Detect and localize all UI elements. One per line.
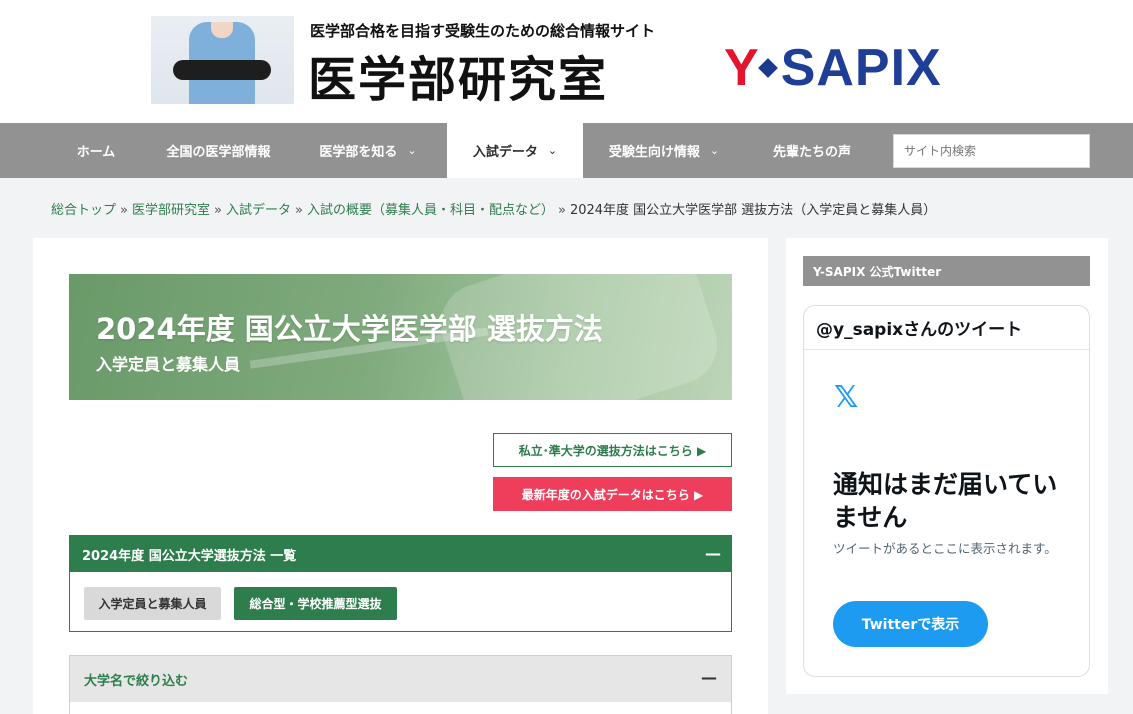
nav-label: 受験生向け情報 xyxy=(608,145,700,160)
sidebar: Y-SAPIX 公式Twitter @y_sapixさんのツイート 𝕏 通知はま… xyxy=(786,238,1108,694)
methods-accordion-header[interactable]: 2024年度 国公立大学選抜方法 一覧 — xyxy=(70,536,731,572)
accordion-title: 大学名で絞り込む xyxy=(84,673,189,689)
nav-label: 全国の医学部情報 xyxy=(166,145,271,160)
tab-recommendation[interactable]: 総合型・学校推薦型選抜 xyxy=(234,587,397,620)
nav-item-home[interactable]: ホーム xyxy=(51,123,141,178)
timeline-title[interactable]: @y_sapixさんのツイート xyxy=(804,306,1089,350)
empty-state-text: ツイートがあるとここに表示されます。 xyxy=(833,541,1057,556)
site-tagline: 医学部合格を目指す受験生のための総合情報サイト xyxy=(310,22,656,40)
brand-sapix: SAPIX xyxy=(780,39,942,97)
private-methods-button[interactable]: 私立･準大学の選抜方法はこちら ▶ xyxy=(493,433,732,467)
empty-state-title: 通知はまだ届いていません xyxy=(833,470,1058,532)
nav-item-exam-data[interactable]: 入試データ ⌄ xyxy=(447,123,583,178)
collapse-icon[interactable]: — xyxy=(705,544,721,563)
site-header: 医学部合格を目指す受験生のための総合情報サイト 医学部研究室 Y SAPIX xyxy=(0,0,1133,123)
breadcrumb-link[interactable]: 医学部研究室 xyxy=(132,203,210,218)
latest-data-button[interactable]: 最新年度の入試データはこちら ▶ xyxy=(493,477,732,511)
breadcrumb-separator: » xyxy=(557,203,566,218)
breadcrumb: 総合トップ» 医学部研究室» 入試データ» 入試の概要（募集人員・科目・配点など）» 2… xyxy=(51,199,936,218)
chevron-down-icon: ⌄ xyxy=(407,144,417,157)
nav-label: ホーム xyxy=(76,145,116,160)
main-nav: ホーム 全国の医学部情報 医学部を知る ⌄ 入試データ ⌄ 受験生向け情報 ⌄ … xyxy=(0,123,1133,178)
x-logo-icon: 𝕏 xyxy=(834,380,859,415)
filter-accordion-header[interactable]: 大学名で絞り込む — xyxy=(70,656,731,702)
main-content: 2024年度 国公立大学医学部 選抜方法 入学定員と募集人員 私立･準大学の選抜… xyxy=(33,238,768,714)
methods-accordion: 2024年度 国公立大学選抜方法 一覧 — 入学定員と募集人員 総合型・学校推薦… xyxy=(69,535,732,632)
breadcrumb-link[interactable]: 入試データ xyxy=(226,203,291,218)
nav-item-student-info[interactable]: 受験生向け情報 ⌄ xyxy=(594,123,734,178)
nav-label: 医学部を知る xyxy=(319,145,398,160)
site-logo-title[interactable]: 医学部研究室 xyxy=(308,40,608,110)
site-search-input[interactable] xyxy=(893,134,1090,168)
doctor-photo xyxy=(151,16,294,104)
sidebar-heading: Y-SAPIX 公式Twitter xyxy=(803,256,1090,286)
nav-item-voices[interactable]: 先輩たちの声 xyxy=(752,123,872,178)
breadcrumb-link[interactable]: 総合トップ xyxy=(51,203,116,218)
breadcrumb-separator: » xyxy=(294,203,303,218)
ysapix-logo[interactable]: Y SAPIX xyxy=(724,39,942,97)
view-on-twitter-button[interactable]: Twitterで表示 xyxy=(833,601,988,647)
nav-item-learn[interactable]: 医学部を知る ⌄ xyxy=(302,123,434,178)
breadcrumb-current: 2024年度 国公立大学医学部 選抜方法（入学定員と募集人員） xyxy=(569,203,937,218)
tab-capacity[interactable]: 入学定員と募集人員 xyxy=(84,587,221,620)
page-subtitle: 入学定員と募集人員 xyxy=(96,355,241,374)
collapse-icon[interactable]: — xyxy=(701,668,717,687)
filter-accordion: 大学名で絞り込む — xyxy=(69,655,732,714)
page-title: 2024年度 国公立大学医学部 選抜方法 xyxy=(96,312,603,346)
chevron-down-icon: ⌄ xyxy=(709,144,720,157)
chevron-down-icon: ⌄ xyxy=(547,144,558,157)
brand-diamond-icon xyxy=(757,58,778,78)
breadcrumb-separator: » xyxy=(120,203,128,218)
breadcrumb-link[interactable]: 入試の概要（募集人員・科目・配点など） xyxy=(307,203,554,218)
brand-y: Y xyxy=(724,39,759,97)
hero-banner: 2024年度 国公立大学医学部 選抜方法 入学定員と募集人員 xyxy=(69,274,732,400)
breadcrumb-separator: » xyxy=(214,203,222,218)
nav-label: 入試データ xyxy=(472,145,538,160)
nav-label: 先輩たちの声 xyxy=(772,145,851,160)
accordion-title: 2024年度 国公立大学選抜方法 一覧 xyxy=(82,548,297,564)
twitter-timeline: @y_sapixさんのツイート 𝕏 通知はまだ届いていません ツイートがあるとこ… xyxy=(803,305,1090,677)
nav-item-universities[interactable]: 全国の医学部情報 xyxy=(150,123,287,178)
